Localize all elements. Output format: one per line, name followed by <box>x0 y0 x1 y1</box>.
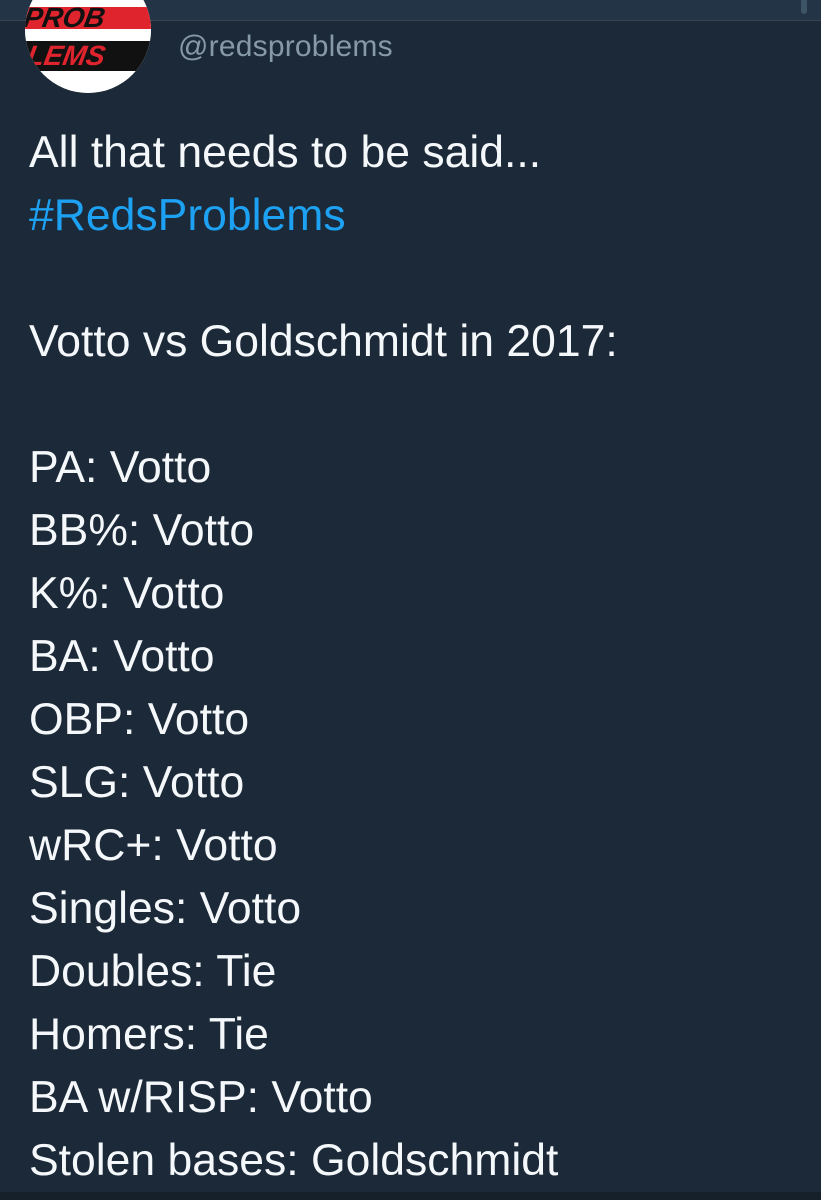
stat-line: Doubles: Tie <box>29 947 277 996</box>
avatar-logo-text-bottom: LEMS <box>25 39 108 71</box>
stat-line: BA: Votto <box>29 632 215 681</box>
bottom-divider <box>0 1192 821 1200</box>
stat-line: Homers: Tie <box>29 1010 269 1059</box>
avatar-logo-text-top: PROB <box>25 1 108 33</box>
tweet-text-intro: All that needs to be said... <box>29 128 542 177</box>
avatar-logo: PROB LEMS <box>25 0 151 93</box>
stat-line: Singles: Votto <box>29 884 302 933</box>
stat-line: Stolen bases: Goldschmidt <box>29 1136 559 1185</box>
stat-line: PA: Votto <box>29 443 212 492</box>
user-handle[interactable]: @redsproblems <box>178 30 393 64</box>
tweet-heading: Votto vs Goldschmidt in 2017: <box>29 317 618 366</box>
stat-line: OBP: Votto <box>29 695 250 744</box>
stat-line: BB%: Votto <box>29 506 255 555</box>
stat-line: BA w/RISP: Votto <box>29 1073 373 1122</box>
tweet-text: All that needs to be said... #RedsProble… <box>29 121 809 1192</box>
hashtag-link[interactable]: #RedsProblems <box>29 184 809 247</box>
stat-line: K%: Votto <box>29 569 225 618</box>
stat-line: SLG: Votto <box>29 758 245 807</box>
scroll-indicator <box>801 0 807 14</box>
avatar[interactable]: PROB LEMS <box>25 0 151 93</box>
stat-line: wRC+: Votto <box>29 821 278 870</box>
